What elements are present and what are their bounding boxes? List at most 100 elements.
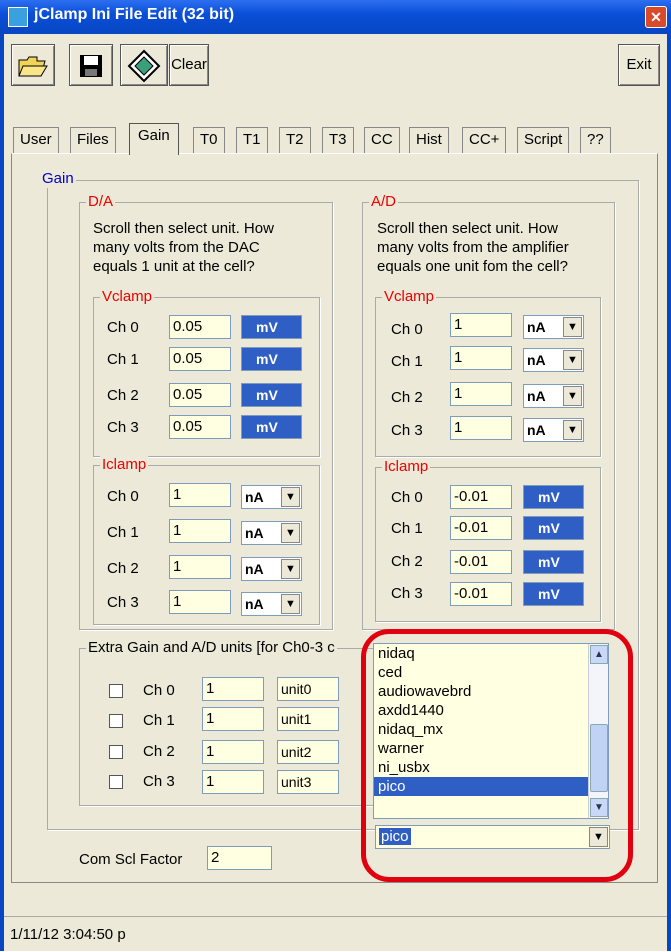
extra-ch0-unit-input[interactable]: unit0 [277,677,339,701]
tab-t1[interactable]: T1 [236,127,268,153]
extra-ch2-gain-input[interactable]: 1 [202,740,264,764]
extra-ch2-checkbox[interactable] [109,745,123,759]
extra-ch3-gain-input[interactable]: 1 [202,770,264,794]
da-vclamp-ch2-label: Ch 2 [107,387,139,404]
tab-help[interactable]: ?? [580,127,611,153]
da-iclamp-ch1-unit-select[interactable]: nA ▼ [241,521,302,545]
tab-files[interactable]: Files [70,127,116,153]
ad-iclamp-ch0-input[interactable]: -0.01 [450,485,512,509]
extra-ch2-unit-input[interactable]: unit2 [277,740,339,764]
app-button[interactable] [120,44,168,86]
da-iclamp-ch3-label: Ch 3 [107,594,139,611]
tab-cc-plus[interactable]: CC+ [462,127,507,153]
da-iclamp-ch2-input[interactable]: 1 [169,555,231,579]
da-vclamp-ch1-input[interactable]: 0.05 [169,347,231,371]
extra-ch0-gain-input[interactable]: 1 [202,677,264,701]
ad-iclamp-ch0-unit[interactable]: mV [523,485,584,509]
extra-gain-legend: Extra Gain and A/D units [for Ch0-3 c [86,639,337,657]
window-title: jClamp Ini File Edit (32 bit) [34,6,235,23]
da-group-legend: D/A [86,193,116,211]
ad-vclamp-ch3-unit-select[interactable]: nA ▼ [523,418,584,442]
tab-t3[interactable]: T3 [322,127,354,153]
da-vclamp-legend: Vclamp [100,288,155,306]
extra-ch1-unit-input[interactable]: unit1 [277,707,339,731]
ad-vclamp-ch1-unit-select[interactable]: nA ▼ [523,348,584,372]
ad-iclamp-ch3-input[interactable]: -0.01 [450,582,512,606]
da-vclamp-ch3-input[interactable]: 0.05 [169,415,231,439]
folder-open-icon [18,56,48,77]
da-vclamp-ch0-input[interactable]: 0.05 [169,315,231,339]
da-vclamp-ch3-label: Ch 3 [107,419,139,436]
chevron-down-icon[interactable]: ▼ [281,487,300,507]
title-bar[interactable]: jClamp Ini File Edit (32 bit) ✕ [0,0,671,34]
chevron-down-icon[interactable]: ▼ [281,594,300,614]
gain-group-legend: Gain [40,170,76,188]
extra-ch2-label: Ch 2 [143,743,175,760]
floppy-disk-icon [80,55,102,77]
window-frame-left [0,34,4,951]
extra-ch3-unit-input[interactable]: unit3 [277,770,339,794]
da-vclamp-ch1-label: Ch 1 [107,351,139,368]
ad-iclamp-ch2-unit[interactable]: mV [523,550,584,574]
da-iclamp-ch0-unit-select[interactable]: nA ▼ [241,485,302,509]
ad-iclamp-ch2-label: Ch 2 [391,553,423,570]
ad-vclamp-ch2-unit-select[interactable]: nA ▼ [523,384,584,408]
da-iclamp-legend: Iclamp [100,456,149,474]
ad-vclamp-ch3-input[interactable]: 1 [450,416,512,440]
ad-vclamp-ch0-unit-select[interactable]: nA ▼ [523,315,584,339]
tab-t0[interactable]: T0 [193,127,225,153]
chevron-down-icon[interactable]: ▼ [281,559,300,579]
extra-ch3-label: Ch 3 [143,773,175,790]
extra-ch0-label: Ch 0 [143,682,175,699]
da-iclamp-ch0-input[interactable]: 1 [169,483,231,507]
da-iclamp-ch0-label: Ch 0 [107,488,139,505]
exit-button[interactable]: Exit [618,44,660,86]
tab-gain[interactable]: Gain [129,123,179,155]
chevron-down-icon[interactable]: ▼ [281,523,300,543]
da-vclamp-ch3-unit[interactable]: mV [241,415,302,439]
chevron-down-icon[interactable]: ▼ [563,386,582,406]
ad-vclamp-ch2-input[interactable]: 1 [450,382,512,406]
ad-iclamp-ch2-input[interactable]: -0.01 [450,550,512,574]
ad-vclamp-ch3-label: Ch 3 [391,422,423,439]
chevron-down-icon[interactable]: ▼ [563,350,582,370]
close-button[interactable]: ✕ [645,6,667,28]
window-frame-right [667,34,671,951]
da-vclamp-ch2-input[interactable]: 0.05 [169,383,231,407]
da-iclamp-ch1-input[interactable]: 1 [169,519,231,543]
ad-iclamp-ch1-input[interactable]: -0.01 [450,516,512,540]
com-scl-label: Com Scl Factor [79,851,183,868]
extra-ch1-gain-input[interactable]: 1 [202,707,264,731]
da-iclamp-ch1-label: Ch 1 [107,524,139,541]
ad-iclamp-legend: Iclamp [382,458,431,476]
da-iclamp-ch2-label: Ch 2 [107,560,139,577]
da-iclamp-ch2-unit-select[interactable]: nA ▼ [241,557,302,581]
chevron-down-icon[interactable]: ▼ [563,317,582,337]
open-button[interactable] [11,44,55,86]
save-button[interactable] [69,44,113,86]
tab-hist[interactable]: Hist [409,127,449,153]
tab-t2[interactable]: T2 [279,127,311,153]
da-vclamp-ch0-unit[interactable]: mV [241,315,302,339]
ad-vclamp-ch0-input[interactable]: 1 [450,313,512,337]
ad-vclamp-ch1-input[interactable]: 1 [450,346,512,370]
da-iclamp-ch3-input[interactable]: 1 [169,590,231,614]
ad-vclamp-ch1-label: Ch 1 [391,353,423,370]
extra-ch1-checkbox[interactable] [109,714,123,728]
clear-button[interactable]: Clear [169,44,209,86]
ad-iclamp-ch3-unit[interactable]: mV [523,582,584,606]
da-vclamp-ch1-unit[interactable]: mV [241,347,302,371]
da-vclamp-ch2-unit[interactable]: mV [241,383,302,407]
ad-iclamp-ch1-label: Ch 1 [391,520,423,537]
com-scl-input[interactable]: 2 [207,846,272,870]
extra-ch0-checkbox[interactable] [109,684,123,698]
tab-script[interactable]: Script [517,127,570,153]
highlight-annotation [361,629,633,882]
tab-cc[interactable]: CC [364,127,400,153]
extra-ch3-checkbox[interactable] [109,775,123,789]
da-iclamp-ch3-unit-select[interactable]: nA ▼ [241,592,302,616]
ad-iclamp-ch0-label: Ch 0 [391,489,423,506]
chevron-down-icon[interactable]: ▼ [563,420,582,440]
ad-iclamp-ch1-unit[interactable]: mV [523,516,584,540]
tab-user[interactable]: User [13,127,59,153]
